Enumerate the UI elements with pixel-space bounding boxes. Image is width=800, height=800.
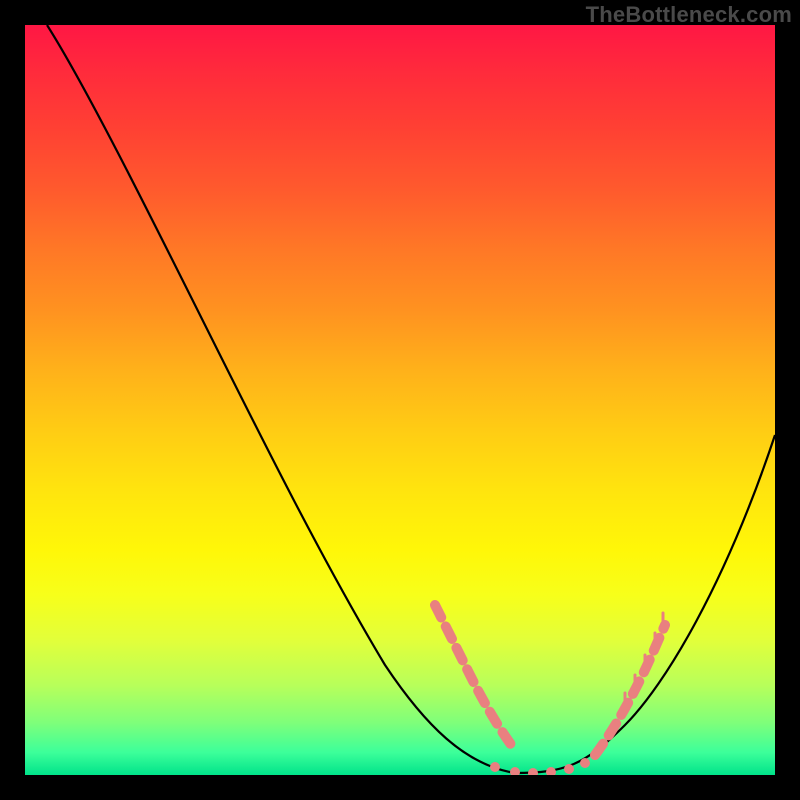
highlight-left [435, 605, 515, 750]
chart-frame: TheBottleneck.com [0, 0, 800, 800]
plot-area [25, 25, 775, 775]
bottleneck-curve-svg [25, 25, 775, 775]
watermark-text: TheBottleneck.com [586, 2, 792, 28]
curve-path [47, 25, 775, 773]
